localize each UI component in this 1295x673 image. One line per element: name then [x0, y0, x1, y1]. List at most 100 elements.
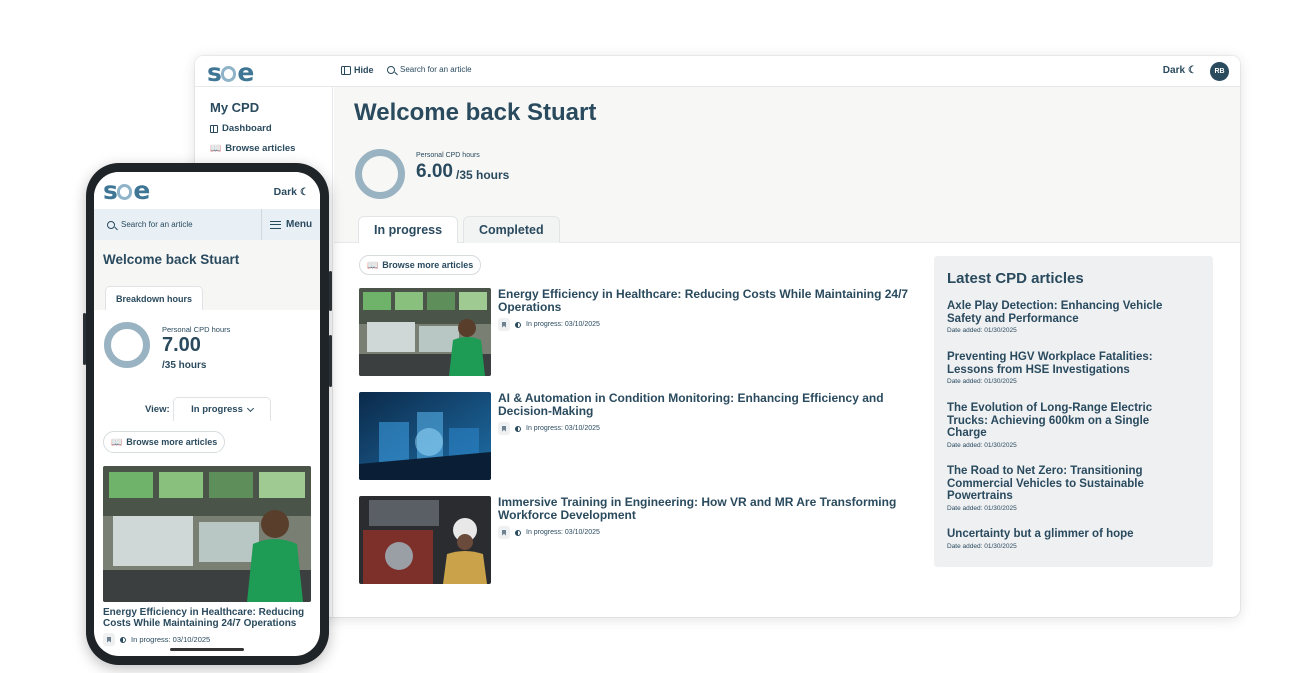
search-input[interactable]: Search for an article [387, 65, 472, 74]
cpd-value: 6.00 [416, 161, 453, 182]
home-indicator[interactable] [170, 648, 244, 651]
latest-item[interactable]: The Road to Net Zero: Transitioning Comm… [947, 465, 1187, 512]
theme-label: Dark [1162, 65, 1186, 76]
article-status: In progress: 03/10/2025 [526, 529, 600, 536]
latest-item-date: Date added: 01/30/2025 [947, 542, 1017, 550]
sidebar-item-label: Browse articles [225, 143, 296, 154]
hide-sidebar-button[interactable]: Hide [341, 65, 374, 75]
article-meta: In progress: 03/10/2025 [103, 633, 210, 646]
latest-item-title[interactable]: The Road to Net Zero: Transitioning Comm… [947, 465, 1187, 503]
latest-item-title[interactable]: Axle Play Detection: Enhancing Vehicle S… [947, 300, 1187, 325]
article-thumbnail[interactable] [359, 392, 491, 480]
theme-toggle[interactable]: Dark ☾ [1163, 65, 1197, 76]
article-title[interactable]: Energy Efficiency in Healthcare: Reducin… [103, 607, 313, 629]
article-thumbnail[interactable] [359, 496, 491, 584]
bookmark-icon[interactable] [103, 633, 115, 646]
article-title[interactable]: Energy Efficiency in Healthcare: Reducin… [498, 288, 918, 314]
phone-screen: se Dark ☾ Search for an article Menu Wel… [94, 172, 320, 656]
view-selected-value: In progress [191, 404, 243, 415]
bookmark-icon[interactable] [498, 422, 510, 435]
menu-button[interactable]: Menu [261, 209, 320, 240]
cpd-progress-ring [355, 149, 405, 199]
half-circle-icon [120, 636, 126, 643]
chevron-down-icon [246, 404, 254, 412]
top-bar: se Hide Search for an article Dark ☾ RB [195, 56, 1240, 87]
tab-breakdown-hours[interactable]: Breakdown hours [105, 286, 204, 310]
phone-frame: se Dark ☾ Search for an article Menu Wel… [83, 163, 332, 665]
latest-item[interactable]: The Evolution of Long-Range Electric Tru… [947, 402, 1187, 449]
latest-item-date: Date added: 01/30/2025 [947, 441, 1017, 449]
cpd-total: /35 hours [162, 360, 207, 371]
latest-item-date: Date added: 01/30/2025 [947, 378, 1017, 385]
article-title[interactable]: Immersive Training in Engineering: How V… [498, 496, 918, 522]
article-thumbnail[interactable] [359, 288, 491, 376]
hide-label: Hide [354, 65, 374, 75]
latest-item-title[interactable]: Uncertainty but a glimmer of hope [947, 528, 1187, 541]
latest-item-date: Date added: 01/30/2025 [947, 327, 1017, 334]
latest-heading: Latest CPD articles [947, 270, 1084, 287]
moon-icon: ☾ [300, 186, 309, 198]
book-icon: 📖 [111, 436, 123, 447]
sidebar-item-label: Dashboard [222, 123, 272, 134]
search-icon [107, 220, 115, 229]
tab-in-progress[interactable]: In progress [358, 216, 459, 243]
cpd-label: Personal CPD hours [162, 325, 231, 334]
view-label: View: [145, 404, 170, 415]
list-item[interactable]: AI & Automation in Condition Monitoring:… [359, 392, 919, 484]
list-item[interactable]: Energy Efficiency in Healthcare: Reducin… [359, 288, 919, 380]
phone-side-button [329, 335, 332, 387]
search-input[interactable]: Search for an article [94, 209, 261, 240]
article-title[interactable]: AI & Automation in Condition Monitoring:… [498, 392, 918, 418]
article-status: In progress: 03/10/2025 [131, 635, 211, 644]
book-icon: 📖 [210, 143, 222, 153]
main-header: Welcome back Stuart Personal CPD hours 6… [334, 87, 1240, 243]
article-thumbnail[interactable] [103, 466, 311, 602]
moon-icon: ☾ [1188, 65, 1197, 76]
latest-item-title[interactable]: The Evolution of Long-Range Electric Tru… [947, 402, 1187, 440]
latest-item[interactable]: Axle Play Detection: Enhancing Vehicle S… [947, 300, 1187, 334]
phone-top-bar: se Dark ☾ [94, 172, 320, 207]
bookmark-icon[interactable] [498, 526, 510, 539]
soe-logo[interactable]: se [103, 176, 150, 205]
page-title: Welcome back Stuart [354, 99, 597, 126]
search-placeholder: Search for an article [121, 220, 193, 229]
sidebar-item-dashboard[interactable]: Dashboard [210, 123, 272, 134]
half-circle-icon [515, 425, 521, 432]
bookmark-icon[interactable] [498, 318, 510, 331]
browse-more-articles-button[interactable]: 📖 Browse more articles [103, 431, 226, 453]
cpd-label: Personal CPD hours [416, 152, 480, 159]
latest-item[interactable]: Uncertainty but a glimmer of hope Date a… [947, 528, 1187, 550]
list-item[interactable]: Immersive Training in Engineering: How V… [359, 496, 919, 588]
theme-label: Dark [273, 186, 298, 198]
desktop-window: se Hide Search for an article Dark ☾ RB … [195, 56, 1240, 617]
sidebar-heading: My CPD [210, 100, 260, 115]
sidebar-item-browse-articles[interactable]: 📖 Browse articles [210, 143, 295, 154]
half-circle-icon [515, 529, 521, 536]
latest-item-date: Date added: 01/30/2025 [947, 504, 1017, 512]
view-select[interactable]: In progress [173, 397, 271, 421]
avatar[interactable]: RB [1210, 62, 1229, 81]
latest-item[interactable]: Preventing HGV Workplace Fatalities: Les… [947, 351, 1187, 385]
tab-completed[interactable]: Completed [463, 216, 560, 243]
search-icon [387, 65, 395, 74]
half-circle-icon [515, 321, 521, 328]
book-icon: 📖 [367, 259, 379, 270]
article-status: In progress: 03/10/2025 [526, 425, 600, 432]
article-status: In progress: 03/10/2025 [526, 321, 600, 328]
sidebar-toggle-icon [341, 65, 351, 75]
latest-item-title[interactable]: Preventing HGV Workplace Fatalities: Les… [947, 351, 1187, 376]
phone-power-button [329, 271, 332, 311]
theme-toggle[interactable]: Dark ☾ [274, 186, 309, 198]
browse-more-articles-button[interactable]: 📖 Browse more articles [359, 255, 482, 275]
dashboard-icon [210, 124, 218, 133]
article-meta: In progress: 03/10/2025 [498, 318, 600, 331]
cpd-total: /35 hours [456, 168, 510, 182]
phone-volume-button [83, 313, 86, 365]
page-title: Welcome back Stuart [103, 252, 240, 267]
cpd-value: 7.00 [162, 334, 201, 356]
browse-label: Browse more articles [126, 437, 218, 447]
cpd-progress-ring [104, 322, 150, 368]
browse-label: Browse more articles [382, 260, 474, 270]
soe-logo[interactable]: se [207, 58, 254, 87]
search-placeholder: Search for an article [400, 65, 472, 74]
